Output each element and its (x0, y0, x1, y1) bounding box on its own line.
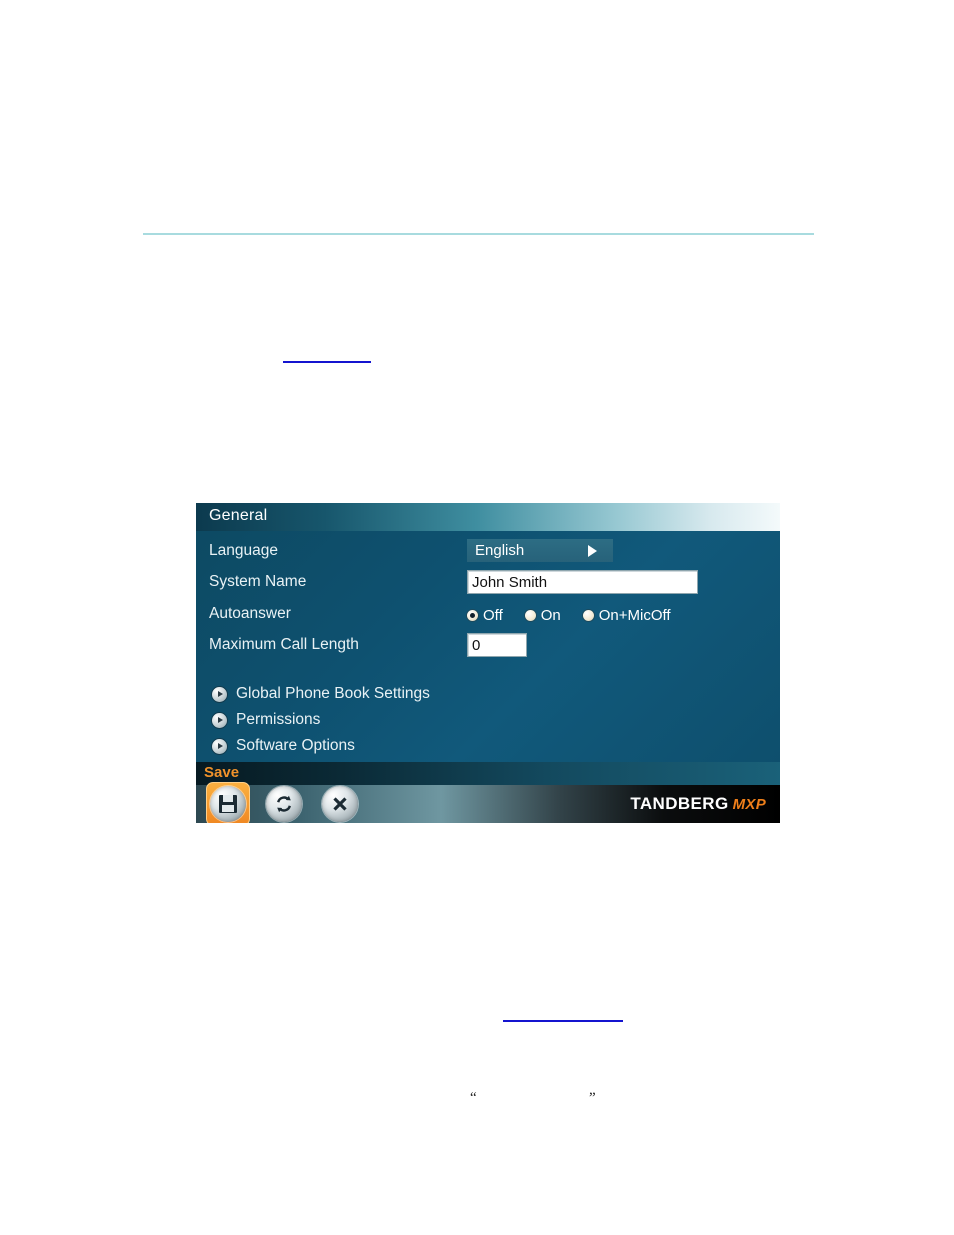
radio-dot-on-micoff-icon (582, 609, 594, 621)
language-select-wrap: English (467, 539, 613, 562)
refresh-button-disc (266, 786, 302, 822)
radio-autoanswer-on[interactable]: On (524, 606, 561, 624)
tandberg-mxp-logo: TANDBERG MXP (630, 794, 766, 814)
submenu-label-software-options: Software Options (236, 737, 355, 754)
system-name-wrap (467, 570, 698, 594)
label-autoanswer: Autoanswer (209, 605, 291, 622)
row-system-name: System Name (196, 568, 780, 598)
status-badge: Save (204, 764, 240, 781)
hyperlink-underline-top[interactable] (283, 361, 371, 363)
radio-label-off: Off (483, 606, 503, 624)
arrow-right-circle-icon (212, 738, 227, 754)
row-maximum-call-length: Maximum Call Length (196, 631, 780, 661)
page-divider-rule (143, 233, 814, 235)
floppy-disk-icon (219, 795, 237, 813)
arrow-right-circle-icon (212, 686, 227, 702)
radio-label-on: On (540, 606, 561, 624)
submenu-item-software-options[interactable]: Software Options (212, 733, 430, 759)
language-select[interactable]: English (467, 539, 613, 562)
quote-open-mark: “ (470, 1090, 477, 1106)
autoanswer-options: Off On On+MicOff (467, 604, 671, 626)
radio-dot-on-icon (524, 609, 536, 621)
cancel-button-disc (322, 786, 358, 822)
refresh-icon (277, 795, 291, 813)
label-language: Language (209, 542, 278, 559)
save-button-frame (206, 782, 250, 823)
refresh-button-frame (262, 782, 306, 823)
cancel-button-frame (318, 782, 362, 823)
refresh-button[interactable] (262, 782, 306, 823)
page-title: General (209, 507, 268, 524)
radio-autoanswer-off[interactable]: Off (467, 607, 503, 624)
quote-close-mark: ” (589, 1090, 596, 1106)
save-button[interactable] (206, 782, 250, 823)
submenu-label-global-phone-book-settings: Global Phone Book Settings (236, 685, 430, 702)
label-system-name: System Name (209, 573, 307, 590)
maximum-call-length-input[interactable] (467, 633, 527, 657)
brand-suffix: MXP (732, 796, 766, 813)
arrow-right-circle-icon (212, 712, 227, 728)
close-x-icon (333, 797, 347, 811)
panel-body: Language English System Name Autoanswer (196, 531, 780, 762)
submenu-item-global-phone-book-settings[interactable]: Global Phone Book Settings (212, 681, 430, 707)
label-maximum-call-length: Maximum Call Length (209, 636, 359, 653)
maximum-call-length-wrap (467, 633, 527, 657)
brand-name: TANDBERG (630, 794, 729, 813)
row-language: Language English (196, 537, 780, 567)
submenu-list: Global Phone Book Settings Permissions S… (212, 681, 430, 759)
submenu-label-permissions: Permissions (236, 711, 321, 728)
cancel-button[interactable] (318, 782, 362, 823)
triangle-right-icon (588, 544, 597, 557)
mxp-general-menu-panel: General Language English System Name Aut… (196, 503, 780, 823)
save-button-disc (210, 786, 246, 822)
submenu-item-permissions[interactable]: Permissions (212, 707, 430, 733)
panel-titlebar: General (196, 503, 780, 531)
radio-autoanswer-on-micoff[interactable]: On+MicOff (582, 606, 671, 624)
radio-label-on-micoff: On+MicOff (598, 606, 671, 624)
panel-toolbar: TANDBERG MXP (196, 782, 780, 823)
row-autoanswer: Autoanswer Off On On+MicOff (196, 600, 780, 630)
language-select-value: English (475, 542, 525, 559)
hyperlink-underline-bottom[interactable] (503, 1020, 623, 1022)
system-name-input[interactable] (467, 570, 698, 594)
radio-dot-off-icon (467, 609, 478, 621)
